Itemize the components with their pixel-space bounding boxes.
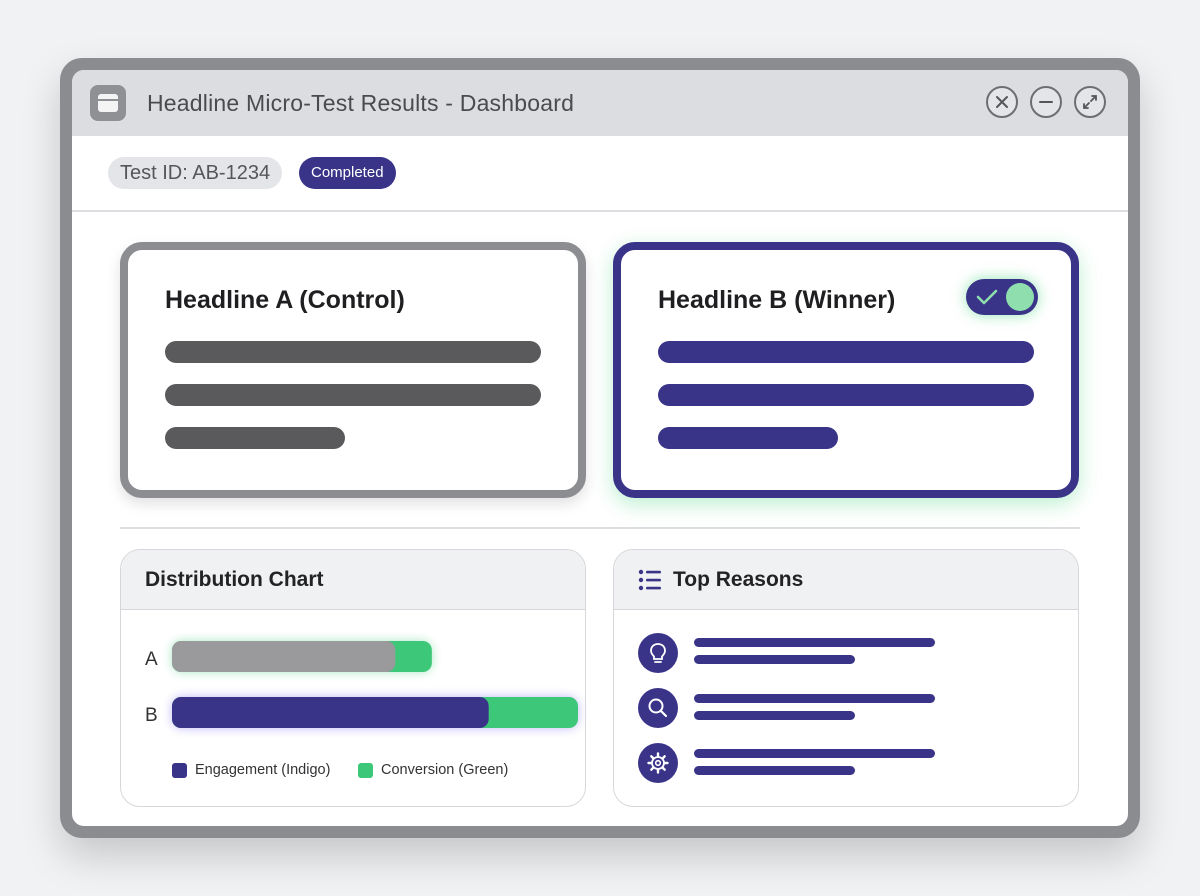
gear-icon bbox=[647, 752, 669, 774]
reason-3-line-2 bbox=[694, 766, 855, 775]
check-icon bbox=[976, 289, 998, 305]
reason-2-line-1 bbox=[694, 694, 935, 703]
list-icon bbox=[638, 569, 661, 591]
reason-1-badge bbox=[638, 633, 678, 673]
headline-a-line-1 bbox=[165, 341, 541, 363]
minimize-icon bbox=[1039, 101, 1053, 103]
headline-a-card[interactable]: Headline A (Control) bbox=[120, 242, 586, 498]
search-icon bbox=[648, 698, 668, 718]
distribution-panel: Distribution Chart A B Engagement (Indig… bbox=[120, 549, 586, 807]
reason-2-line-2 bbox=[694, 711, 855, 720]
distribution-title: Distribution Chart bbox=[145, 568, 324, 591]
headline-b-card[interactable]: Headline B (Winner) bbox=[613, 242, 1079, 498]
toggle-knob bbox=[1006, 283, 1034, 311]
top-reasons-title: Top Reasons bbox=[673, 568, 804, 591]
reason-3-line-1 bbox=[694, 749, 935, 758]
maximize-button[interactable] bbox=[1074, 86, 1106, 118]
toolbar: Test ID: AB-1234 Completed bbox=[72, 136, 1128, 212]
bar-b-engagement bbox=[172, 697, 489, 728]
legend-swatch-conversion bbox=[358, 763, 373, 778]
headline-b-line-1 bbox=[658, 341, 1034, 363]
legend-engagement: Engagement (Indigo) bbox=[195, 762, 331, 778]
reason-1-line-2 bbox=[694, 655, 855, 664]
winner-toggle[interactable] bbox=[966, 279, 1038, 315]
maximize-icon bbox=[1083, 95, 1097, 109]
window-frame: Headline Micro-Test Results - Dashboard … bbox=[72, 70, 1128, 826]
bar-label-b: B bbox=[145, 705, 158, 726]
legend-conversion: Conversion (Green) bbox=[381, 762, 509, 778]
app-window-icon bbox=[90, 85, 126, 121]
close-button[interactable] bbox=[986, 86, 1018, 118]
headline-a-line-2 bbox=[165, 384, 541, 406]
test-id-badge: Test ID: AB-1234 bbox=[108, 157, 283, 189]
title-bar: Headline Micro-Test Results - Dashboard bbox=[72, 70, 1128, 136]
headline-a-title: Headline A (Control) bbox=[165, 286, 405, 314]
app-window: Headline Micro-Test Results - Dashboard … bbox=[60, 58, 1140, 838]
distribution-chart bbox=[172, 641, 578, 728]
reason-2-badge bbox=[638, 688, 678, 728]
reason-3-badge bbox=[638, 743, 678, 783]
section-divider bbox=[120, 527, 1080, 529]
close-icon bbox=[996, 96, 1008, 108]
status-badge: Completed bbox=[299, 157, 396, 189]
window-title: Headline Micro-Test Results - Dashboard bbox=[147, 90, 575, 116]
legend-swatch-engagement bbox=[172, 763, 187, 778]
top-reasons-panel: Top Reasons bbox=[613, 549, 1079, 807]
bar-a-engagement bbox=[172, 641, 396, 672]
distribution-panel-header: Distribution Chart bbox=[121, 550, 585, 610]
headline-b-line-3 bbox=[658, 427, 838, 449]
bar-label-a: A bbox=[145, 649, 158, 670]
headline-b-title: Headline B (Winner) bbox=[658, 286, 896, 314]
reason-1-line-1 bbox=[694, 638, 935, 647]
headline-a-line-3 bbox=[165, 427, 345, 449]
minimize-button[interactable] bbox=[1030, 86, 1062, 118]
lightbulb-icon bbox=[650, 643, 666, 663]
headline-b-line-2 bbox=[658, 384, 1034, 406]
top-reasons-panel-header: Top Reasons bbox=[614, 550, 1078, 610]
